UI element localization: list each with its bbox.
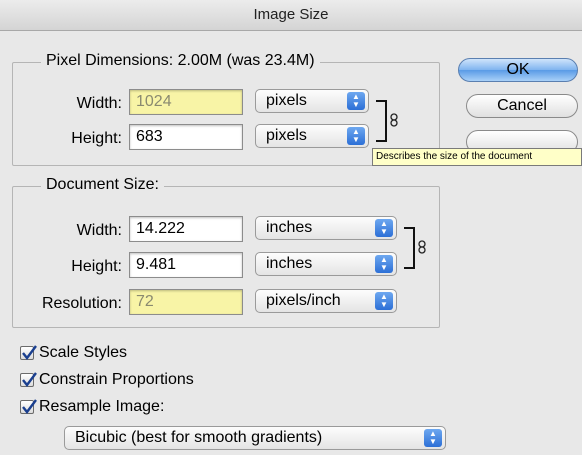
chain-link-icon — [418, 240, 426, 254]
document-size-legend: Document Size: — [41, 176, 164, 194]
checkbox-box — [20, 345, 37, 360]
doc-height-input[interactable] — [129, 252, 243, 278]
checkmark-icon — [22, 345, 37, 360]
constrain-proportions-label: Constrain Proportions — [39, 371, 194, 388]
pixel-constrain-bracket — [376, 100, 387, 142]
image-size-dialog: Image Size Pixel Dimensions: 2.00M (was … — [0, 0, 582, 455]
resolution-input[interactable] — [129, 289, 243, 315]
select-arrows-icon: ▲ ▼ — [347, 127, 365, 145]
doc-constrain-bracket — [404, 227, 415, 269]
pixel-height-input[interactable] — [129, 124, 243, 150]
pixel-width-unit-select[interactable]: pixels ▲ ▼ — [255, 89, 369, 113]
resolution-unit-value: pixels/inch — [266, 292, 341, 309]
select-arrows-icon: ▲ ▼ — [375, 219, 393, 237]
doc-height-unit-select[interactable]: inches ▲ ▼ — [255, 252, 397, 276]
pixel-dimensions-legend: Pixel Dimensions: 2.00M (was 23.4M) — [41, 52, 320, 70]
select-arrows-icon: ▲ ▼ — [375, 255, 393, 273]
doc-width-input[interactable] — [129, 216, 243, 242]
doc-height-unit-value: inches — [266, 255, 313, 272]
doc-width-unit-value: inches — [266, 219, 313, 236]
pixel-height-label: Height: — [71, 130, 122, 147]
pixel-width-unit-value: pixels — [266, 92, 307, 109]
resolution-unit-select[interactable]: pixels/inch ▲ ▼ — [255, 289, 397, 313]
checkbox-box — [20, 372, 37, 387]
scale-styles-label: Scale Styles — [39, 344, 128, 361]
select-arrows-icon: ▲ ▼ — [347, 92, 365, 110]
select-arrows-icon: ▲ ▼ — [375, 292, 393, 310]
resample-image-label: Resample Image: — [39, 398, 165, 415]
doc-width-label: Width: — [76, 222, 122, 239]
scale-styles-checkbox[interactable]: Scale Styles — [20, 344, 127, 362]
checkmark-icon — [22, 399, 37, 414]
resolution-label: Resolution: — [41, 295, 122, 312]
ok-button[interactable]: OK — [458, 58, 578, 82]
checkbox-box — [20, 399, 37, 414]
pixel-width-input[interactable] — [129, 89, 243, 115]
pixel-height-unit-value: pixels — [266, 127, 307, 144]
resample-method-select[interactable]: Bicubic (best for smooth gradients) ▲ ▼ — [64, 426, 446, 450]
chain-link-icon — [390, 113, 398, 127]
pixel-width-label: Width: — [76, 95, 122, 112]
cancel-button[interactable]: Cancel — [466, 94, 578, 118]
constrain-proportions-checkbox[interactable]: Constrain Proportions — [20, 371, 194, 389]
resample-method-value: Bicubic (best for smooth gradients) — [75, 429, 323, 446]
tooltip: Describes the size of the document — [372, 148, 582, 166]
doc-height-label: Height: — [71, 258, 122, 275]
checkmark-icon — [22, 372, 37, 387]
pixel-height-unit-select[interactable]: pixels ▲ ▼ — [255, 124, 369, 148]
doc-width-unit-select[interactable]: inches ▲ ▼ — [255, 216, 397, 240]
resample-image-checkbox[interactable]: Resample Image: — [20, 398, 164, 416]
window-title: Image Size — [0, 0, 582, 31]
select-arrows-icon: ▲ ▼ — [424, 429, 442, 447]
